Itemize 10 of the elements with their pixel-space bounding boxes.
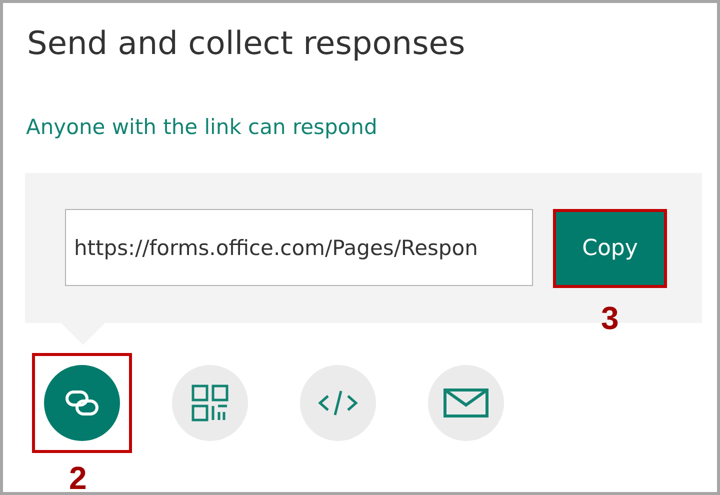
code-icon bbox=[317, 389, 359, 417]
copy-button[interactable]: Copy bbox=[553, 209, 667, 288]
envelope-icon bbox=[443, 388, 489, 418]
access-note: Anyone with the link can respond bbox=[26, 114, 378, 141]
callout-number: 3 bbox=[601, 301, 619, 335]
link-field[interactable]: https://forms.office.com/Pages/Respon bbox=[65, 209, 533, 286]
link-icon bbox=[65, 390, 99, 416]
dialog-title: Send and collect responses bbox=[27, 23, 466, 63]
qr-code-icon bbox=[191, 384, 229, 422]
callout-number: 2 bbox=[69, 461, 87, 492]
